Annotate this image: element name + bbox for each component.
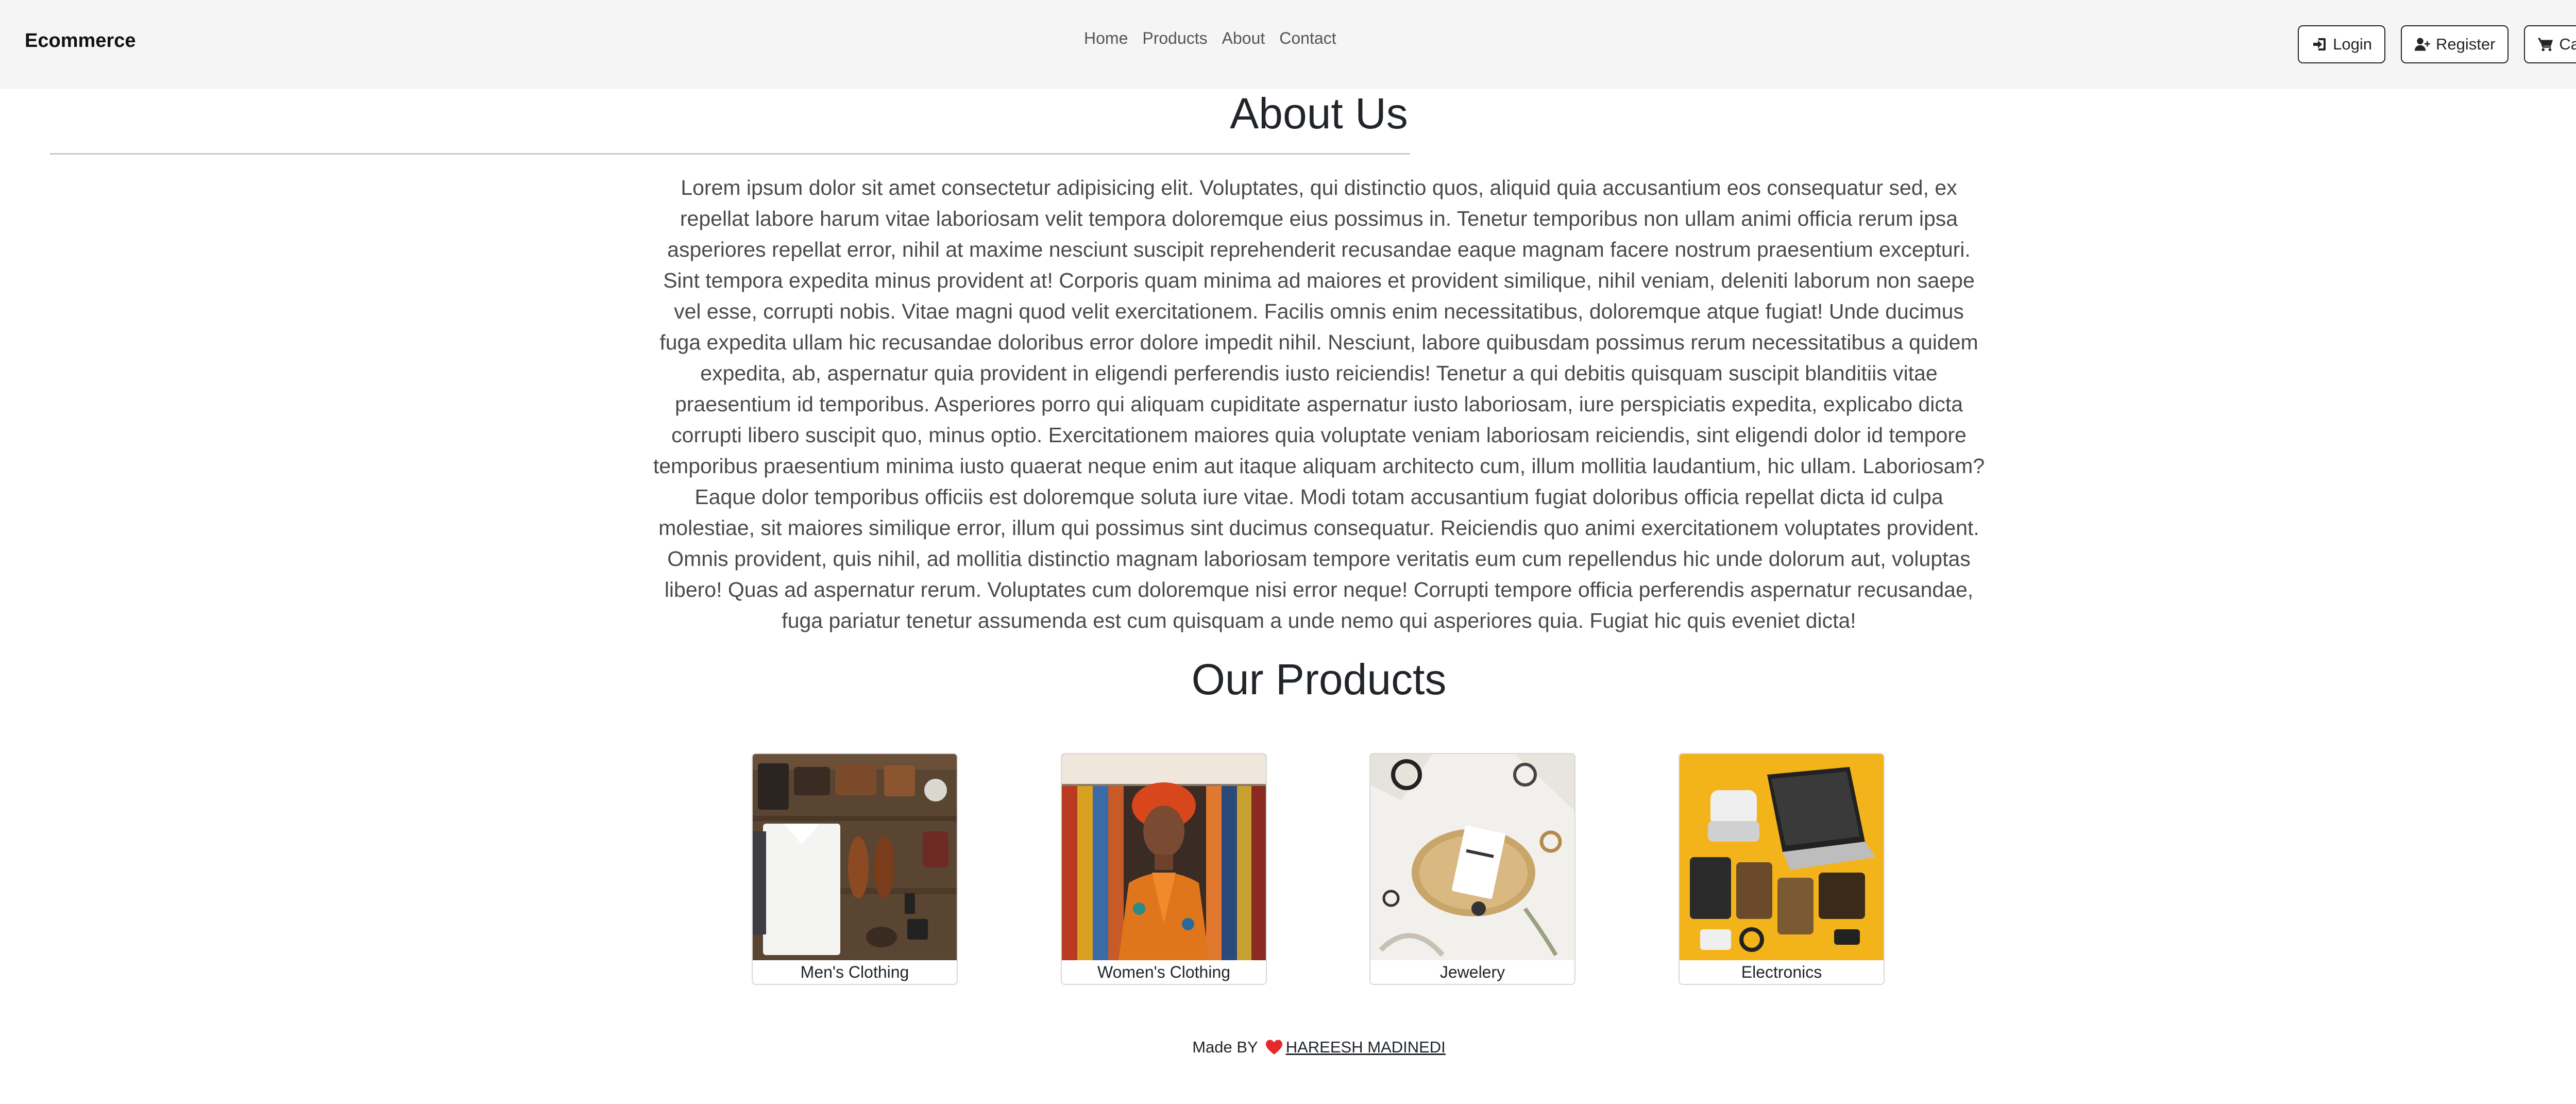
jewelery-image <box>1370 754 1574 960</box>
product-name: Men's Clothing <box>800 963 909 981</box>
nav-link-home[interactable]: Home <box>1084 27 1128 49</box>
product-name: Electronics <box>1741 963 1822 981</box>
user-plus-icon <box>2414 38 2430 51</box>
nav-buttons: Login Register Cart <box>2298 25 2576 63</box>
jewelery-flatlay-image <box>1370 754 1574 960</box>
nav-link-contact[interactable]: Contact <box>1279 27 1336 49</box>
nav-link-products[interactable]: Products <box>1142 27 1207 49</box>
cart-button-label: Cart <box>2559 35 2576 53</box>
author-link[interactable]: HAREESH MADINEDI <box>1286 1036 1446 1059</box>
womens-clothing-image <box>1062 754 1266 960</box>
sign-in-icon <box>2313 38 2326 51</box>
electronics-flatlay-image <box>1680 754 1884 960</box>
electronics-image <box>1680 754 1884 960</box>
product-card-mens-clothing[interactable]: Men's Clothing <box>752 753 958 985</box>
about-divider <box>50 153 1410 155</box>
footer: Made BY HAREESH MADINEDI <box>0 1036 2576 1059</box>
product-card-womens-clothing[interactable]: Women's Clothing <box>1061 753 1267 985</box>
shopping-cart-icon <box>2538 38 2553 52</box>
heart-icon <box>1265 1040 1282 1055</box>
womens-clothing-portrait-image <box>1062 754 1266 960</box>
navbar: Ecommerce Home Products About Contact Lo… <box>0 0 2576 89</box>
register-button[interactable]: Register <box>2400 25 2509 63</box>
product-name: Women's Clothing <box>1097 963 1231 981</box>
footer-prefix: Made BY <box>1192 1038 1258 1056</box>
cart-button[interactable]: Cart <box>2524 25 2576 63</box>
nav-links: Home Products About Contact <box>1084 27 1336 49</box>
register-button-label: Register <box>2435 35 2496 53</box>
product-card-jewelery[interactable]: Jewelery <box>1369 753 1575 985</box>
product-name: Jewelery <box>1439 963 1505 981</box>
login-button[interactable]: Login <box>2298 25 2385 63</box>
about-title: About Us <box>1230 89 1408 138</box>
mens-clothing-flatlay-image <box>753 754 957 960</box>
login-button-label: Login <box>2333 35 2372 53</box>
mens-clothing-image <box>753 754 957 960</box>
about-text: Lorem ipsum dolor sit amet consectetur a… <box>653 176 1985 632</box>
product-card-electronics[interactable]: Electronics <box>1679 753 1885 985</box>
products-title: Our Products <box>1191 655 1447 704</box>
nav-link-about[interactable]: About <box>1222 27 1265 49</box>
brand-logo[interactable]: Ecommerce <box>25 29 135 53</box>
